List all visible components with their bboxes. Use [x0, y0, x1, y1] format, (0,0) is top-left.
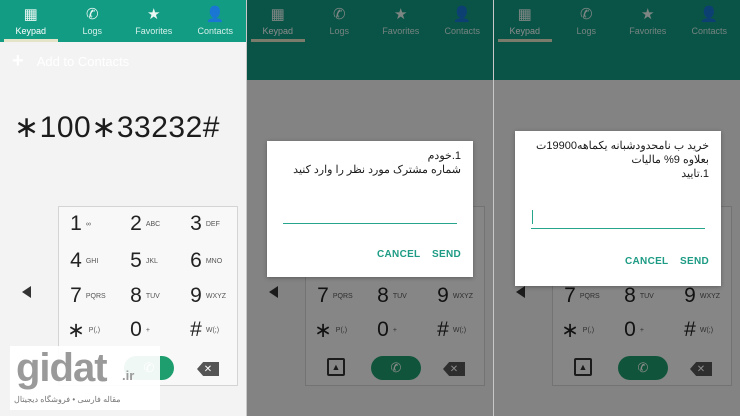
ussd-dialog: 1.خودم شماره مشترک مورد نظر را وارد کنید… — [267, 141, 473, 277]
logs-icon: ✆ — [85, 6, 99, 23]
key-7[interactable]: 7 PQRS — [59, 281, 119, 311]
add-to-contacts-button[interactable]: + Add to Contacts — [0, 42, 246, 80]
dialed-number[interactable]: ∗100∗33232# — [14, 110, 220, 145]
watermark-tld: .ir — [122, 368, 135, 383]
key-3[interactable]: 3 DEF — [179, 209, 239, 239]
tab-label: Contacts — [197, 26, 234, 36]
tab-label: Logs — [82, 26, 103, 36]
key-0[interactable]: 0 + — [119, 315, 179, 345]
key-2[interactable]: 2 ABC — [119, 209, 179, 239]
star-icon: ★ — [147, 6, 161, 23]
dialer-screen-keypad: ▦ Keypad ✆ Logs ★ Favorites 👤 Contacts +… — [0, 0, 246, 416]
key-6[interactable]: 6 MNO — [179, 246, 239, 276]
tab-logs[interactable]: ✆ Logs — [62, 0, 124, 42]
dialog-message-line: بعلاوه 9% مالیات — [631, 154, 709, 166]
cancel-button[interactable]: CANCEL — [625, 256, 668, 267]
dialog-message-line: 1.خودم — [427, 150, 461, 162]
send-button[interactable]: SEND — [432, 249, 461, 260]
ussd-dialog: خرید ب نامحدودشبانه یکماهه19900ت بعلاوه … — [515, 131, 721, 286]
tab-favorites[interactable]: ★ Favorites — [123, 0, 185, 42]
key-8[interactable]: 8 TUV — [119, 281, 179, 311]
ussd-response-input[interactable] — [283, 223, 457, 224]
person-icon: 👤 — [205, 6, 225, 23]
key-hash[interactable]: # W(;) — [179, 315, 239, 345]
tab-bar: ▦ Keypad ✆ Logs ★ Favorites 👤 Contacts — [0, 0, 246, 42]
dialog-message-line: خرید ب نامحدودشبانه یکماهه19900ت — [536, 140, 709, 152]
dialer-screen-dialog-2: ▦ Keypad ✆ Logs ★ Favorites 👤 Contacts 7… — [494, 0, 740, 416]
keypad-icon: ▦ — [23, 6, 38, 23]
send-button[interactable]: SEND — [680, 256, 709, 267]
collapse-arrow-icon[interactable] — [22, 286, 31, 298]
watermark-tagline: مقاله فارسی • فروشگاه دیجیتال — [14, 395, 121, 404]
cancel-button[interactable]: CANCEL — [377, 249, 420, 260]
add-to-contacts-label: Add to Contacts — [36, 53, 130, 69]
tab-label: Keypad — [15, 26, 47, 36]
key-5[interactable]: 5 JKL — [119, 246, 179, 276]
ussd-response-input[interactable] — [531, 228, 705, 229]
key-9[interactable]: 9 WXYZ — [179, 281, 239, 311]
tab-label: Favorites — [135, 26, 173, 36]
key-1[interactable]: 1 ∞ — [59, 209, 119, 239]
plus-icon: + — [12, 50, 24, 72]
dialog-message-line: 1.تایید — [681, 168, 709, 180]
watermark-logo: gidat — [16, 346, 108, 390]
watermark: gidat .ir مقاله فارسی • فروشگاه دیجیتال — [10, 346, 160, 410]
voicemail-icon: ∞ — [85, 220, 91, 228]
key-star[interactable]: ∗ P(,) — [59, 315, 119, 345]
tab-keypad[interactable]: ▦ Keypad — [0, 0, 62, 42]
text-cursor — [532, 210, 533, 224]
dialog-message-line: شماره مشترک مورد نظر را وارد کنید — [293, 164, 461, 176]
tab-contacts[interactable]: 👤 Contacts — [185, 0, 247, 42]
key-4[interactable]: 4 GHI — [59, 246, 119, 276]
dialer-screen-dialog-1: ▦ Keypad ✆ Logs ★ Favorites 👤 Contacts 7… — [247, 0, 493, 416]
